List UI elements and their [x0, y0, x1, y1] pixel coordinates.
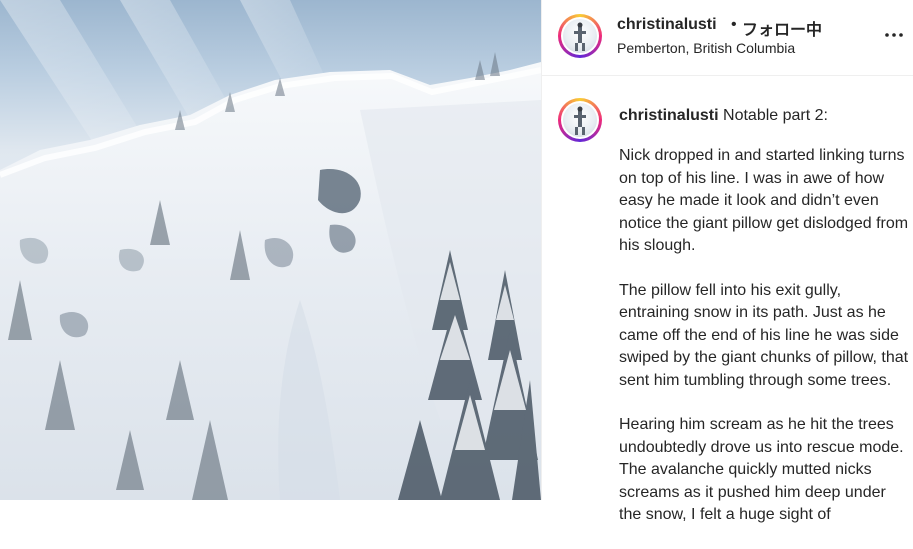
avatar-photo-icon	[574, 106, 586, 135]
caption-paragraph: Hearing him scream as he hit the trees u…	[619, 416, 904, 523]
avatar-photo-icon	[574, 22, 586, 51]
snowy-mountain-photo	[0, 0, 541, 500]
header-username[interactable]: christinalusti	[617, 16, 717, 34]
caption-username[interactable]: christinalusti	[619, 107, 719, 124]
caption-text: Nick dropped in and started linking turn…	[619, 145, 911, 549]
following-button[interactable]: フォロー中	[742, 16, 822, 40]
avatar[interactable]	[558, 14, 602, 58]
caption-paragraph: The pillow fell into his exit gully, ent…	[619, 281, 909, 389]
more-horizontal-icon	[885, 33, 903, 37]
more-options-button[interactable]	[882, 22, 906, 46]
caption-title: Notable part 2:	[723, 107, 828, 124]
follow-separator: •	[731, 16, 737, 33]
post-side-panel: christinalusti • フォロー中 Pemberton, Britis…	[541, 0, 913, 523]
post-media[interactable]	[0, 0, 541, 500]
location-link[interactable]: Pemberton, British Columbia	[617, 40, 795, 56]
post-header: christinalusti • フォロー中 Pemberton, Britis…	[542, 0, 913, 76]
caption-avatar[interactable]	[558, 98, 602, 142]
caption-section: christinalusti Notable part 2: Nick drop…	[542, 77, 913, 523]
caption-heading: christinalusti Notable part 2:	[619, 105, 909, 127]
caption-paragraph: Nick dropped in and started linking turn…	[619, 147, 909, 254]
